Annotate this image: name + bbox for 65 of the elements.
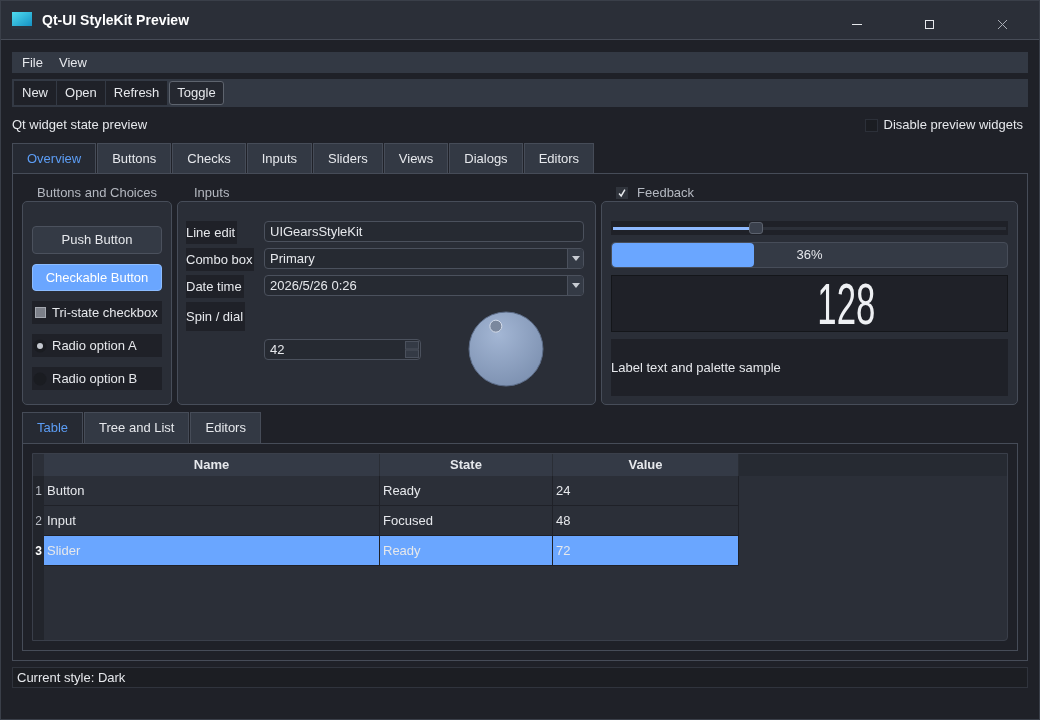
table-cell: 48 (553, 506, 739, 535)
app-window-icon (12, 11, 32, 29)
sample-label: Label text and palette sample (611, 358, 781, 377)
field-label: Date time (186, 275, 244, 298)
combo-box[interactable]: 2026/5/26 0:26 (264, 275, 584, 296)
tab[interactable]: Tree and List (84, 412, 190, 443)
checkbox[interactable]: Tri-state checkbox (32, 301, 162, 324)
table-row[interactable]: Input Focused 48 (44, 506, 739, 536)
slider-handle[interactable] (748, 222, 763, 234)
column-header[interactable]: State (380, 454, 553, 476)
minimize-icon (851, 24, 862, 25)
push-button[interactable]: Push Button (32, 226, 162, 254)
tab[interactable]: Overview (12, 143, 97, 173)
lcd-number: 128 (817, 279, 876, 328)
column-header[interactable]: Value (553, 454, 739, 476)
spin-buttons-icon[interactable] (405, 341, 419, 358)
toolbar-button[interactable]: Open (57, 81, 105, 105)
window-title: Qt-UI StyleKit Preview (42, 10, 190, 30)
toolbar-button[interactable]: Refresh (105, 81, 168, 105)
column-header[interactable]: Name (44, 454, 380, 476)
tab[interactable]: Views (383, 143, 449, 173)
table-cell: 24 (553, 476, 739, 505)
tab[interactable]: Sliders (313, 143, 383, 173)
status-text: Current style: Dark (17, 668, 126, 687)
slider-track[interactable] (611, 221, 1008, 235)
caption-label: Qt widget state preview (12, 116, 148, 135)
field-label: Spin / dial (186, 302, 246, 331)
dial-control[interactable] (468, 311, 544, 387)
table-corner-header[interactable] (33, 454, 44, 476)
checkbox[interactable]: Disable preview widgets (864, 115, 1028, 135)
table-cell: Focused (380, 506, 553, 535)
tab[interactable]: Checks (172, 143, 246, 173)
field-label: Combo box (186, 248, 255, 271)
radio-button[interactable]: Radio option B (32, 367, 162, 390)
toolbar-button[interactable]: Toggle (169, 81, 224, 105)
tab[interactable]: Inputs (246, 143, 313, 173)
table-cell: Slider (44, 536, 380, 565)
row-number[interactable]: 2 (33, 506, 44, 536)
table-cell: 72 (553, 536, 739, 565)
menu-item[interactable]: File (14, 52, 51, 73)
radio-button[interactable]: Radio option A (32, 334, 162, 357)
table-cell: Ready (380, 536, 553, 565)
progress-text: 36% (796, 246, 823, 265)
row-number[interactable]: 3 (33, 536, 44, 566)
combo-box[interactable]: Primary (264, 248, 584, 269)
spin-box[interactable]: 42 (264, 339, 421, 360)
line-edit-field[interactable]: UIGearsStyleKit (264, 221, 584, 242)
table-cell: Ready (380, 476, 553, 505)
table-cell: Input (44, 506, 380, 535)
tab[interactable]: Buttons (97, 143, 172, 173)
maximize-icon (925, 20, 934, 29)
tab[interactable]: Editors (523, 143, 595, 173)
table-row[interactable]: Button Ready 24 (44, 476, 739, 506)
toolbar-button[interactable]: New (14, 81, 56, 105)
tab[interactable]: Table (22, 412, 84, 443)
field-label: Line edit (186, 221, 238, 244)
group-checkbox[interactable]: Feedback (616, 183, 695, 203)
tab[interactable]: Editors (190, 412, 261, 443)
row-number[interactable]: 1 (33, 476, 44, 506)
table-cell: Button (44, 476, 380, 505)
close-icon (998, 20, 1007, 29)
group-title: Inputs (194, 185, 230, 201)
menu-item[interactable]: View (50, 52, 95, 73)
group-title: Buttons and Choices (37, 185, 157, 201)
tab[interactable]: Dialogs (449, 143, 523, 173)
